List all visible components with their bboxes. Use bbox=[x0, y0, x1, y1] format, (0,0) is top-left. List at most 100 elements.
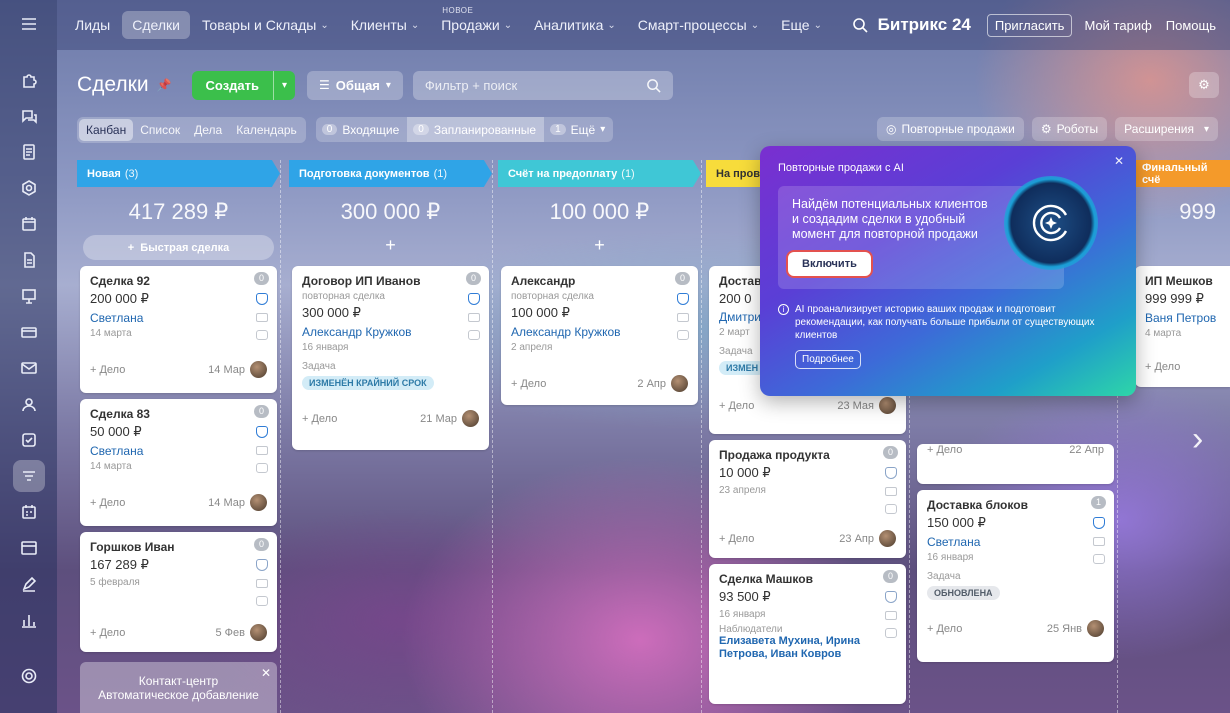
close-icon[interactable]: ✕ bbox=[261, 666, 271, 680]
invite-button[interactable]: Пригласить bbox=[986, 13, 1073, 37]
add-activity-link[interactable]: + Дело bbox=[90, 497, 125, 509]
chevron-down-icon[interactable]: ▾ bbox=[273, 70, 295, 100]
avatar[interactable] bbox=[250, 494, 267, 511]
mail-icon[interactable] bbox=[885, 611, 897, 620]
mail-icon[interactable] bbox=[885, 487, 897, 496]
add-activity-link[interactable]: + Дело bbox=[927, 444, 962, 456]
avatar[interactable] bbox=[250, 624, 267, 641]
avatar[interactable] bbox=[250, 361, 267, 378]
card-icon[interactable] bbox=[13, 316, 45, 348]
contact-link[interactable]: Светлана bbox=[90, 444, 267, 458]
add-activity-link[interactable]: + Дело bbox=[90, 627, 125, 639]
mail-icon[interactable] bbox=[256, 313, 268, 322]
mail-icon[interactable] bbox=[256, 579, 268, 588]
window-icon[interactable] bbox=[13, 532, 45, 564]
nav-analytics[interactable]: Аналитика ⌄ bbox=[534, 17, 616, 33]
settings-icon[interactable] bbox=[13, 660, 45, 692]
nav-smart-processes[interactable]: Смарт-процессы ⌄ bbox=[638, 17, 759, 33]
nav-leads[interactable]: Лиды bbox=[75, 17, 110, 33]
enable-button[interactable]: Включить bbox=[788, 252, 871, 276]
view-calendar[interactable]: Календарь bbox=[229, 119, 304, 141]
add-activity-link[interactable]: + Дело bbox=[927, 623, 962, 635]
phone-icon[interactable] bbox=[256, 293, 268, 305]
deal-card[interactable]: Горшков Иван 0 167 289 ₽ 5 февраля + Дел… bbox=[80, 532, 277, 652]
add-activity-link[interactable]: + Дело bbox=[719, 400, 754, 412]
document-icon[interactable] bbox=[13, 244, 45, 276]
puzzle-icon[interactable] bbox=[13, 64, 45, 96]
view-list[interactable]: Список bbox=[133, 119, 187, 141]
contacts-icon[interactable] bbox=[13, 388, 45, 420]
column-header[interactable]: Новая (3) bbox=[77, 160, 280, 187]
phone-icon[interactable] bbox=[885, 591, 897, 603]
hexagon-icon[interactable] bbox=[13, 172, 45, 204]
chat-icon[interactable] bbox=[256, 596, 268, 606]
chat-icon[interactable] bbox=[885, 628, 897, 638]
create-button[interactable]: Создать ▾ bbox=[191, 70, 296, 100]
contact-center-card[interactable]: ✕ Контакт-центр Автоматическое добавлени… bbox=[80, 662, 277, 713]
avatar[interactable] bbox=[671, 375, 688, 392]
feed-icon[interactable] bbox=[13, 136, 45, 168]
phone-icon[interactable] bbox=[468, 293, 480, 305]
phone-icon[interactable] bbox=[885, 467, 897, 479]
robots-button[interactable]: ⚙ Роботы bbox=[1031, 117, 1108, 141]
mail-icon[interactable] bbox=[468, 313, 480, 322]
chat-icon[interactable] bbox=[1093, 554, 1105, 564]
phone-icon[interactable] bbox=[1093, 517, 1105, 529]
chat-icon[interactable] bbox=[256, 330, 268, 340]
watchers-list[interactable]: Елизавета Мухина, Ирина Петрова, Иван Ко… bbox=[719, 635, 896, 661]
nav-more[interactable]: Еще ⌄ bbox=[781, 17, 822, 33]
pipeline-selector[interactable]: ☰ Общая ▾ bbox=[307, 70, 403, 100]
schedule-icon[interactable] bbox=[13, 496, 45, 528]
help-link[interactable]: Помощь bbox=[1166, 18, 1216, 33]
analytics-icon[interactable] bbox=[13, 604, 45, 636]
nav-products[interactable]: Товары и Склады ⌄ bbox=[202, 17, 329, 33]
deal-card[interactable]: Сделка Машков 0 93 500 ₽ 16 января Наблю… bbox=[709, 564, 906, 704]
chat-icon[interactable] bbox=[468, 330, 480, 340]
search-icon[interactable] bbox=[852, 17, 868, 33]
contact-link[interactable]: Светлана bbox=[90, 311, 267, 325]
phone-icon[interactable] bbox=[256, 559, 268, 571]
deal-card[interactable]: Продажа продукта 0 10 000 ₽ 23 апреля + … bbox=[709, 440, 906, 558]
contact-link[interactable]: Александр Кружков bbox=[511, 325, 688, 339]
nav-clients[interactable]: Клиенты ⌄ bbox=[351, 17, 420, 33]
pen-icon[interactable] bbox=[13, 568, 45, 600]
column-header[interactable]: Финальный счё bbox=[1132, 160, 1230, 187]
chat-icon[interactable] bbox=[13, 100, 45, 132]
gear-icon[interactable]: ⚙ bbox=[1189, 72, 1219, 98]
deal-card[interactable]: Сделка 83 0 50 000 ₽ Светлана 14 марта +… bbox=[80, 399, 277, 526]
avatar[interactable] bbox=[879, 530, 896, 547]
menu-icon[interactable] bbox=[13, 8, 45, 40]
filter-search-input[interactable]: Фильтр + поиск bbox=[412, 70, 673, 100]
crm-funnel-icon[interactable] bbox=[12, 460, 45, 492]
counter-more[interactable]: 1 Ещё ▾ bbox=[544, 117, 613, 142]
contact-link[interactable]: Светлана bbox=[927, 535, 1104, 549]
add-deal-plus[interactable]: + bbox=[498, 235, 701, 260]
add-activity-link[interactable]: + Дело bbox=[511, 378, 546, 390]
add-activity-link[interactable]: + Дело bbox=[719, 533, 754, 545]
phone-icon[interactable] bbox=[256, 426, 268, 438]
phone-icon[interactable] bbox=[677, 293, 689, 305]
deal-card[interactable]: + Дело 22 Апр bbox=[917, 444, 1114, 484]
add-deal-plus[interactable]: + bbox=[289, 235, 492, 260]
chat-icon[interactable] bbox=[885, 504, 897, 514]
counter-incoming[interactable]: 0 Входящие bbox=[316, 117, 407, 142]
deal-card[interactable]: ИП Мешков 999 999 ₽ Ваня Петров 4 марта … bbox=[1135, 266, 1230, 387]
my-tariff-link[interactable]: Мой тариф bbox=[1084, 18, 1151, 33]
view-activities[interactable]: Дела bbox=[187, 119, 229, 141]
extensions-button[interactable]: Расширения ▾ bbox=[1115, 117, 1218, 141]
contact-link[interactable]: Александр Кружков bbox=[302, 325, 479, 339]
column-header[interactable]: Счёт на предоплату (1) bbox=[498, 160, 701, 187]
add-activity-link[interactable]: + Дело bbox=[302, 413, 337, 425]
nav-deals[interactable]: Сделки bbox=[122, 11, 190, 39]
chevron-right-icon[interactable]: › bbox=[1192, 420, 1203, 459]
deal-card[interactable]: Договор ИП Иванов 0 повторная сделка 300… bbox=[292, 266, 489, 450]
avatar[interactable] bbox=[879, 397, 896, 414]
counter-planned[interactable]: 0 Запланированные bbox=[407, 117, 545, 142]
avatar[interactable] bbox=[462, 410, 479, 427]
deal-card[interactable]: Сделка 92 0 200 000 ₽ Светлана 14 марта … bbox=[80, 266, 277, 393]
chat-icon[interactable] bbox=[256, 463, 268, 473]
mail-icon[interactable] bbox=[1093, 537, 1105, 546]
tasks-icon[interactable] bbox=[13, 424, 45, 456]
avatar[interactable] bbox=[1087, 620, 1104, 637]
add-activity-link[interactable]: + Дело bbox=[1145, 361, 1180, 373]
